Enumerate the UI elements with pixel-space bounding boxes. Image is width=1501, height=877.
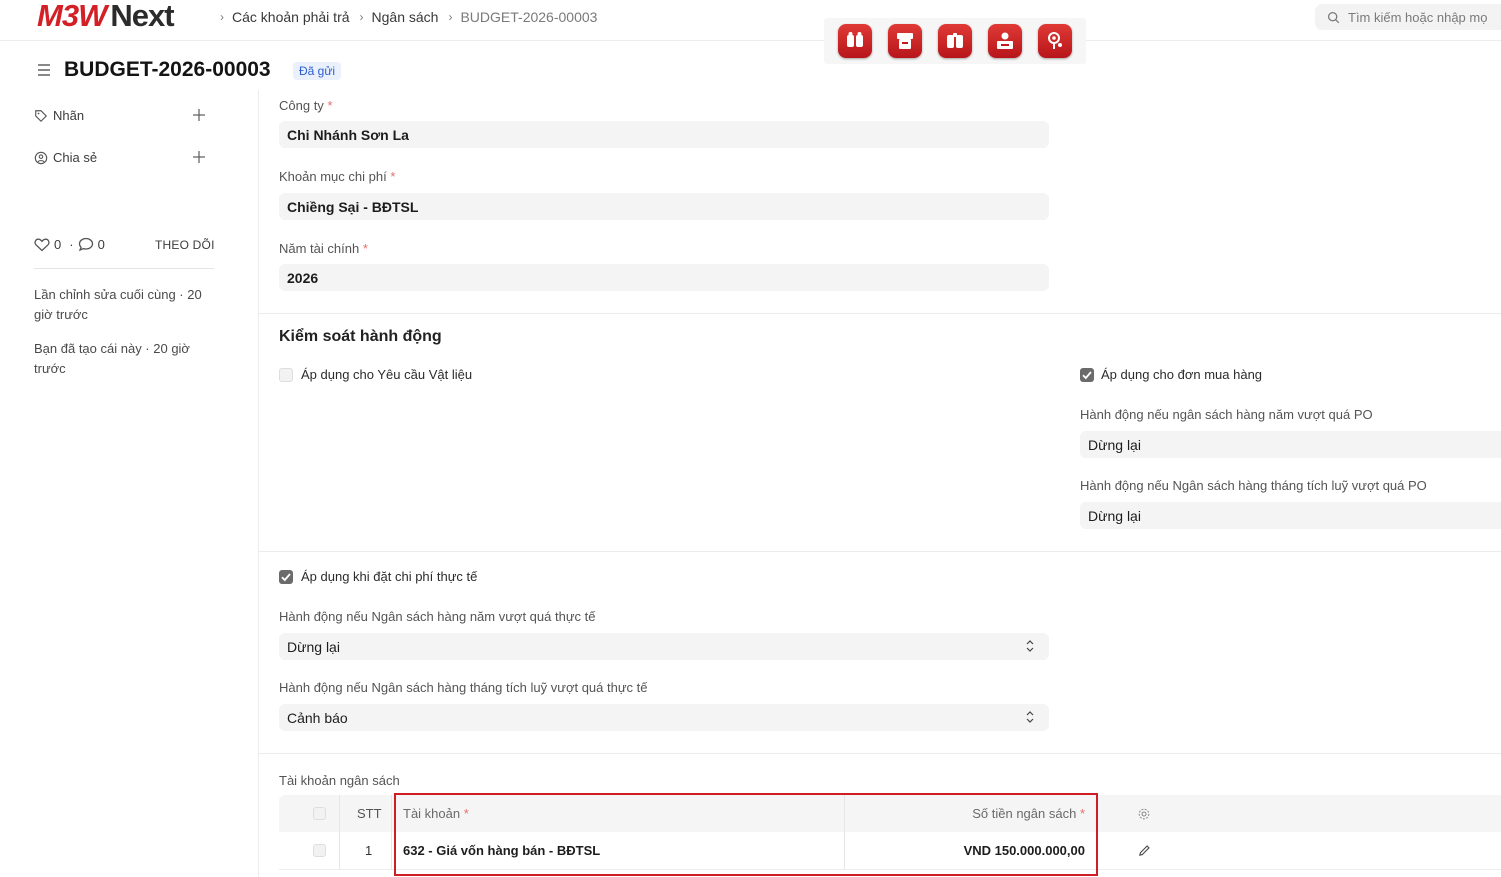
sidebar-separator <box>258 90 259 877</box>
add-tag-icon[interactable] <box>192 108 206 122</box>
actual-annual-select[interactable]: Dừng lại <box>279 633 1049 660</box>
highlight-annotation-box <box>394 793 1098 876</box>
tags-label: Nhãn <box>53 108 85 123</box>
app-shortcut-4[interactable] <box>988 24 1022 58</box>
select-all-checkbox[interactable] <box>313 795 326 832</box>
sidebar-share[interactable]: Chia sẻ <box>34 150 97 165</box>
edit-row-icon[interactable] <box>1138 832 1151 869</box>
dot-separator: · <box>69 237 74 252</box>
column-header-no: STT <box>357 806 382 821</box>
chevron-right-icon: › <box>448 10 453 24</box>
row-checkbox[interactable] <box>313 832 326 869</box>
add-share-icon[interactable] <box>192 150 206 164</box>
fiscal-year-field[interactable]: 2026 <box>279 264 1049 291</box>
select-caret-icon <box>1026 711 1034 723</box>
actual-annual-label: Hành động nếu Ngân sách hàng năm vượt qu… <box>279 609 596 624</box>
location-icon <box>1048 32 1062 49</box>
breadcrumb-current[interactable]: BUDGET-2026-00003 <box>460 9 597 25</box>
fiscal-year-label: Năm tài chính * <box>279 241 368 256</box>
actual-monthly-label: Hành động nếu Ngân sách hàng tháng tích … <box>279 680 648 695</box>
cost-center-label: Khoản mục chi phí * <box>279 169 396 184</box>
section-divider <box>259 753 1501 754</box>
checkmark-icon <box>1082 371 1092 380</box>
material-request-label: Áp dụng cho Yêu cầu Vật liệu <box>301 367 473 382</box>
actual-expense-label: Áp dụng khi đặt chi phí thực tế <box>301 569 478 584</box>
logo-right: Next <box>110 0 174 33</box>
search-icon <box>1327 11 1340 23</box>
column-divider <box>339 795 340 870</box>
box-icon <box>947 33 963 48</box>
users-icon <box>847 32 863 47</box>
select-caret-icon <box>1026 640 1034 652</box>
po-annual-label: Hành động nếu ngân sách hàng năm vượt qu… <box>1080 407 1373 422</box>
created-note: Bạn đã tạo cái này · 20 giờ trước <box>34 341 190 376</box>
actual-monthly-select[interactable]: Cảnh báo <box>279 704 1049 731</box>
po-monthly-label: Hành động nếu Ngân sách hàng tháng tích … <box>1080 478 1427 493</box>
section-divider <box>259 551 1501 552</box>
actual-expense-checkbox[interactable] <box>279 570 293 584</box>
company-field[interactable]: Chi Nhánh Sơn La <box>279 121 1049 148</box>
checkmark-icon <box>281 573 291 582</box>
po-monthly-select[interactable]: Dừng lại <box>1080 502 1501 529</box>
brand-logo[interactable]: M3W Next <box>37 0 175 33</box>
comments-count: 0 <box>97 237 105 252</box>
actual-monthly-value: Cảnh báo <box>287 709 348 726</box>
logo-left: M3W <box>37 0 107 33</box>
app-shortcut-2[interactable] <box>888 24 922 58</box>
purchase-order-checkbox[interactable] <box>1080 368 1094 382</box>
status-badge: Đã gửi <box>293 62 342 80</box>
breadcrumb-budget[interactable]: Ngân sách <box>372 9 439 25</box>
sidebar-divider <box>34 268 214 269</box>
search-placeholder: Tìm kiếm hoặc nhập mọ <box>1348 9 1488 25</box>
app-shortcut-bar <box>824 18 1086 64</box>
cash-register-icon <box>997 32 1013 49</box>
share-label: Chia sẻ <box>53 150 98 165</box>
section-divider <box>259 313 1501 314</box>
app-shortcut-1[interactable] <box>838 24 872 58</box>
search-input[interactable]: Tìm kiếm hoặc nhập mọ <box>1315 4 1501 30</box>
budget-accounts-label: Tài khoản ngân sách <box>279 773 400 788</box>
app-shortcut-5[interactable] <box>1038 24 1072 58</box>
last-edited-note: Lần chỉnh sửa cuối cùng · 20 giờ trước <box>34 287 202 322</box>
heart-icon[interactable] <box>34 237 50 252</box>
section-title-action-control: Kiểm soát hành động <box>279 328 442 345</box>
cost-center-field[interactable]: Chiềng Sại - BĐTSL <box>279 193 1049 220</box>
printer-icon <box>897 33 913 49</box>
top-bar: M3W Next › Các khoản phải trả › Ngân sác… <box>0 0 1501 41</box>
actual-annual-value: Dừng lại <box>287 638 340 655</box>
row-no: 1 <box>365 843 373 858</box>
column-divider <box>391 795 392 870</box>
sidebar-tags[interactable]: Nhãn <box>34 108 84 123</box>
menu-icon[interactable] <box>36 62 52 78</box>
chevron-right-icon: › <box>359 10 364 24</box>
comment-icon[interactable] <box>78 237 94 252</box>
likes-count: 0 <box>54 237 62 252</box>
company-label: Công ty * <box>279 98 333 113</box>
chevron-right-icon: › <box>220 10 224 24</box>
po-annual-select[interactable]: Dừng lại <box>1080 431 1501 458</box>
column-settings-icon[interactable] <box>1137 795 1151 832</box>
breadcrumb: › Các khoản phải trả › Ngân sách › BUDGE… <box>220 9 607 25</box>
follow-button[interactable]: THEO DÕI <box>155 238 215 252</box>
material-request-checkbox[interactable] <box>279 368 293 382</box>
page-title: BUDGET-2026-00003 <box>64 58 271 81</box>
app-shortcut-3[interactable] <box>938 24 972 58</box>
purchase-order-label: Áp dụng cho đơn mua hàng <box>1101 367 1263 382</box>
share-user-icon <box>34 151 48 164</box>
tag-icon <box>35 109 48 122</box>
breadcrumb-accounts-payable[interactable]: Các khoản phải trả <box>232 9 350 25</box>
engagement-stats: 0 · 0 <box>34 237 109 252</box>
